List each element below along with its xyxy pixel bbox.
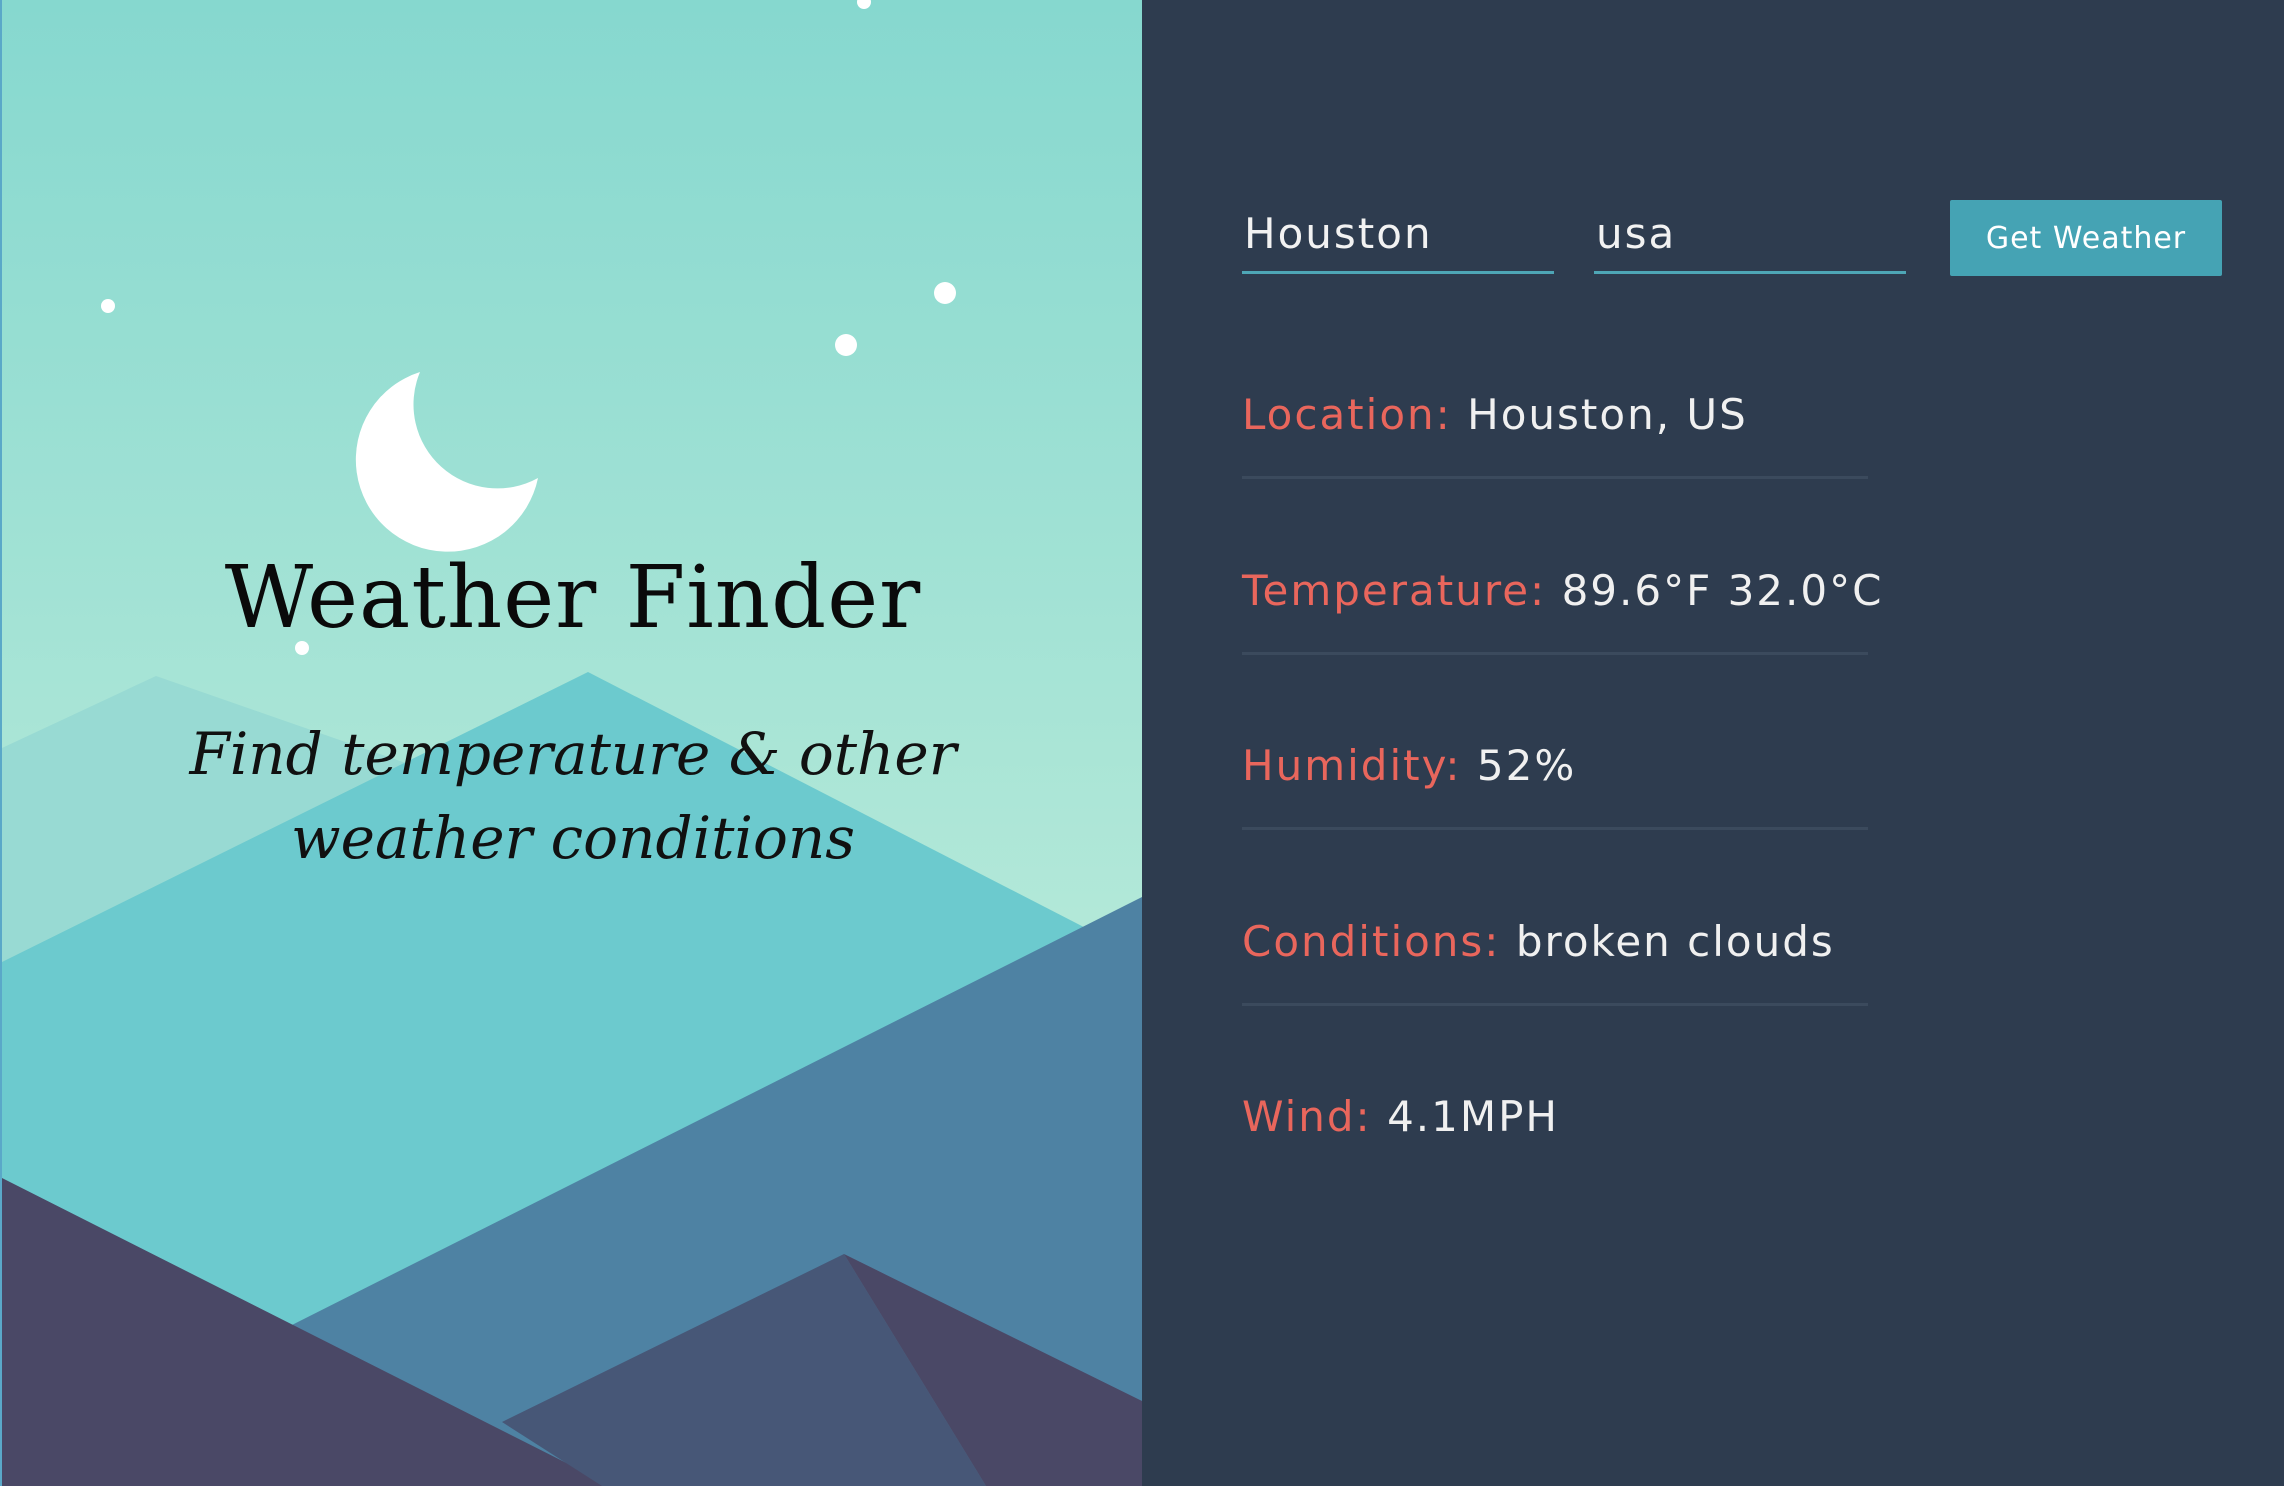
weather-row-humidity: Humidity: 52% — [1242, 653, 1868, 830]
star — [934, 282, 956, 304]
weather-row-wind: Wind: 4.1MPH — [1242, 1004, 1868, 1180]
hero-panel: Weather Finder Find temperature & other … — [0, 0, 1142, 1486]
weather-row-temperature: Temperature: 89.6°F 32.0°C — [1242, 478, 1881, 655]
weather-row-location: Location: Houston, US — [1242, 302, 1868, 479]
temperature-label: Temperature: — [1242, 566, 1562, 615]
page-title: Weather Finder — [224, 548, 922, 648]
wind-value: 4.1MPH — [1387, 1092, 1560, 1141]
weather-panel: Get Weather Location: Houston, US Temper… — [1142, 0, 2284, 1486]
weather-row-conditions: Conditions: broken clouds — [1242, 829, 1868, 1006]
country-input[interactable] — [1594, 196, 1906, 274]
page-subtitle: Find temperature & other weather conditi… — [189, 720, 957, 872]
city-input[interactable] — [1242, 196, 1554, 274]
location-value: Houston, US — [1467, 390, 1748, 439]
conditions-label: Conditions: — [1242, 917, 1516, 966]
get-weather-button[interactable]: Get Weather — [1950, 200, 2222, 276]
conditions-value: broken clouds — [1515, 917, 1835, 966]
temperature-value: 89.6°F 32.0°C — [1561, 566, 1884, 615]
wind-label: Wind: — [1242, 1092, 1388, 1141]
humidity-label: Humidity: — [1242, 741, 1477, 790]
star — [101, 299, 115, 313]
humidity-value: 52% — [1476, 741, 1577, 790]
location-label: Location: — [1242, 390, 1468, 439]
star — [835, 334, 857, 356]
